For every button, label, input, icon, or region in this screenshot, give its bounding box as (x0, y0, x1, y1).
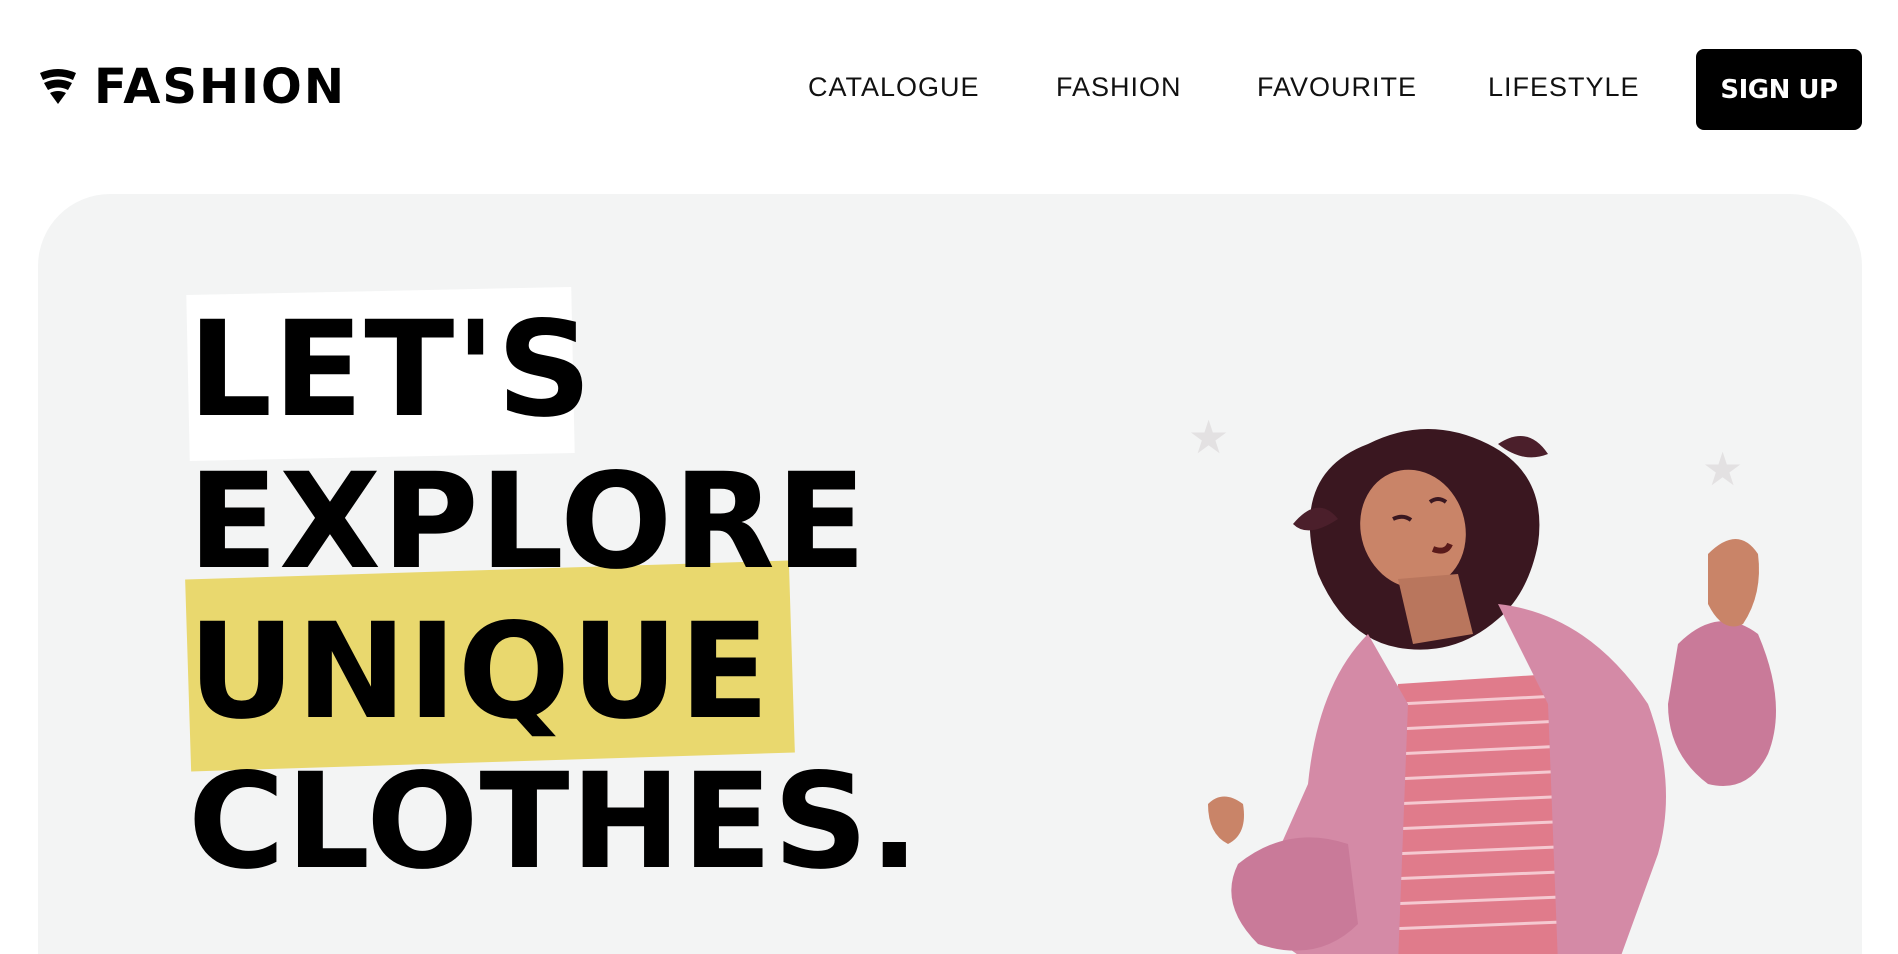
hero-section: LET'S EXPLORE UNIQUE CLOTHES. ★ ★ (38, 194, 1862, 954)
nav-catalogue[interactable]: CATALOGUE (808, 66, 980, 108)
headline-line-4: CLOTHES. (188, 745, 921, 899)
main-nav: CATALOGUE FASHION FAVOURITE LIFESTYLE (0, 0, 1898, 175)
nav-lifestyle[interactable]: LIFESTYLE (1488, 66, 1640, 108)
sign-up-button[interactable]: SIGN UP (1696, 49, 1862, 130)
nav-fashion[interactable]: FASHION (1056, 66, 1182, 108)
headline-line-1: LET'S (188, 293, 593, 447)
nav-favourite[interactable]: FAVOURITE (1257, 66, 1417, 108)
hero-model-image (1208, 429, 1776, 954)
headline-line-3: UNIQUE (188, 595, 771, 749)
headline-line-2: EXPLORE (188, 445, 868, 599)
site-header: FASHION CATALOGUE FASHION FAVOURITE LIFE… (0, 0, 1898, 175)
